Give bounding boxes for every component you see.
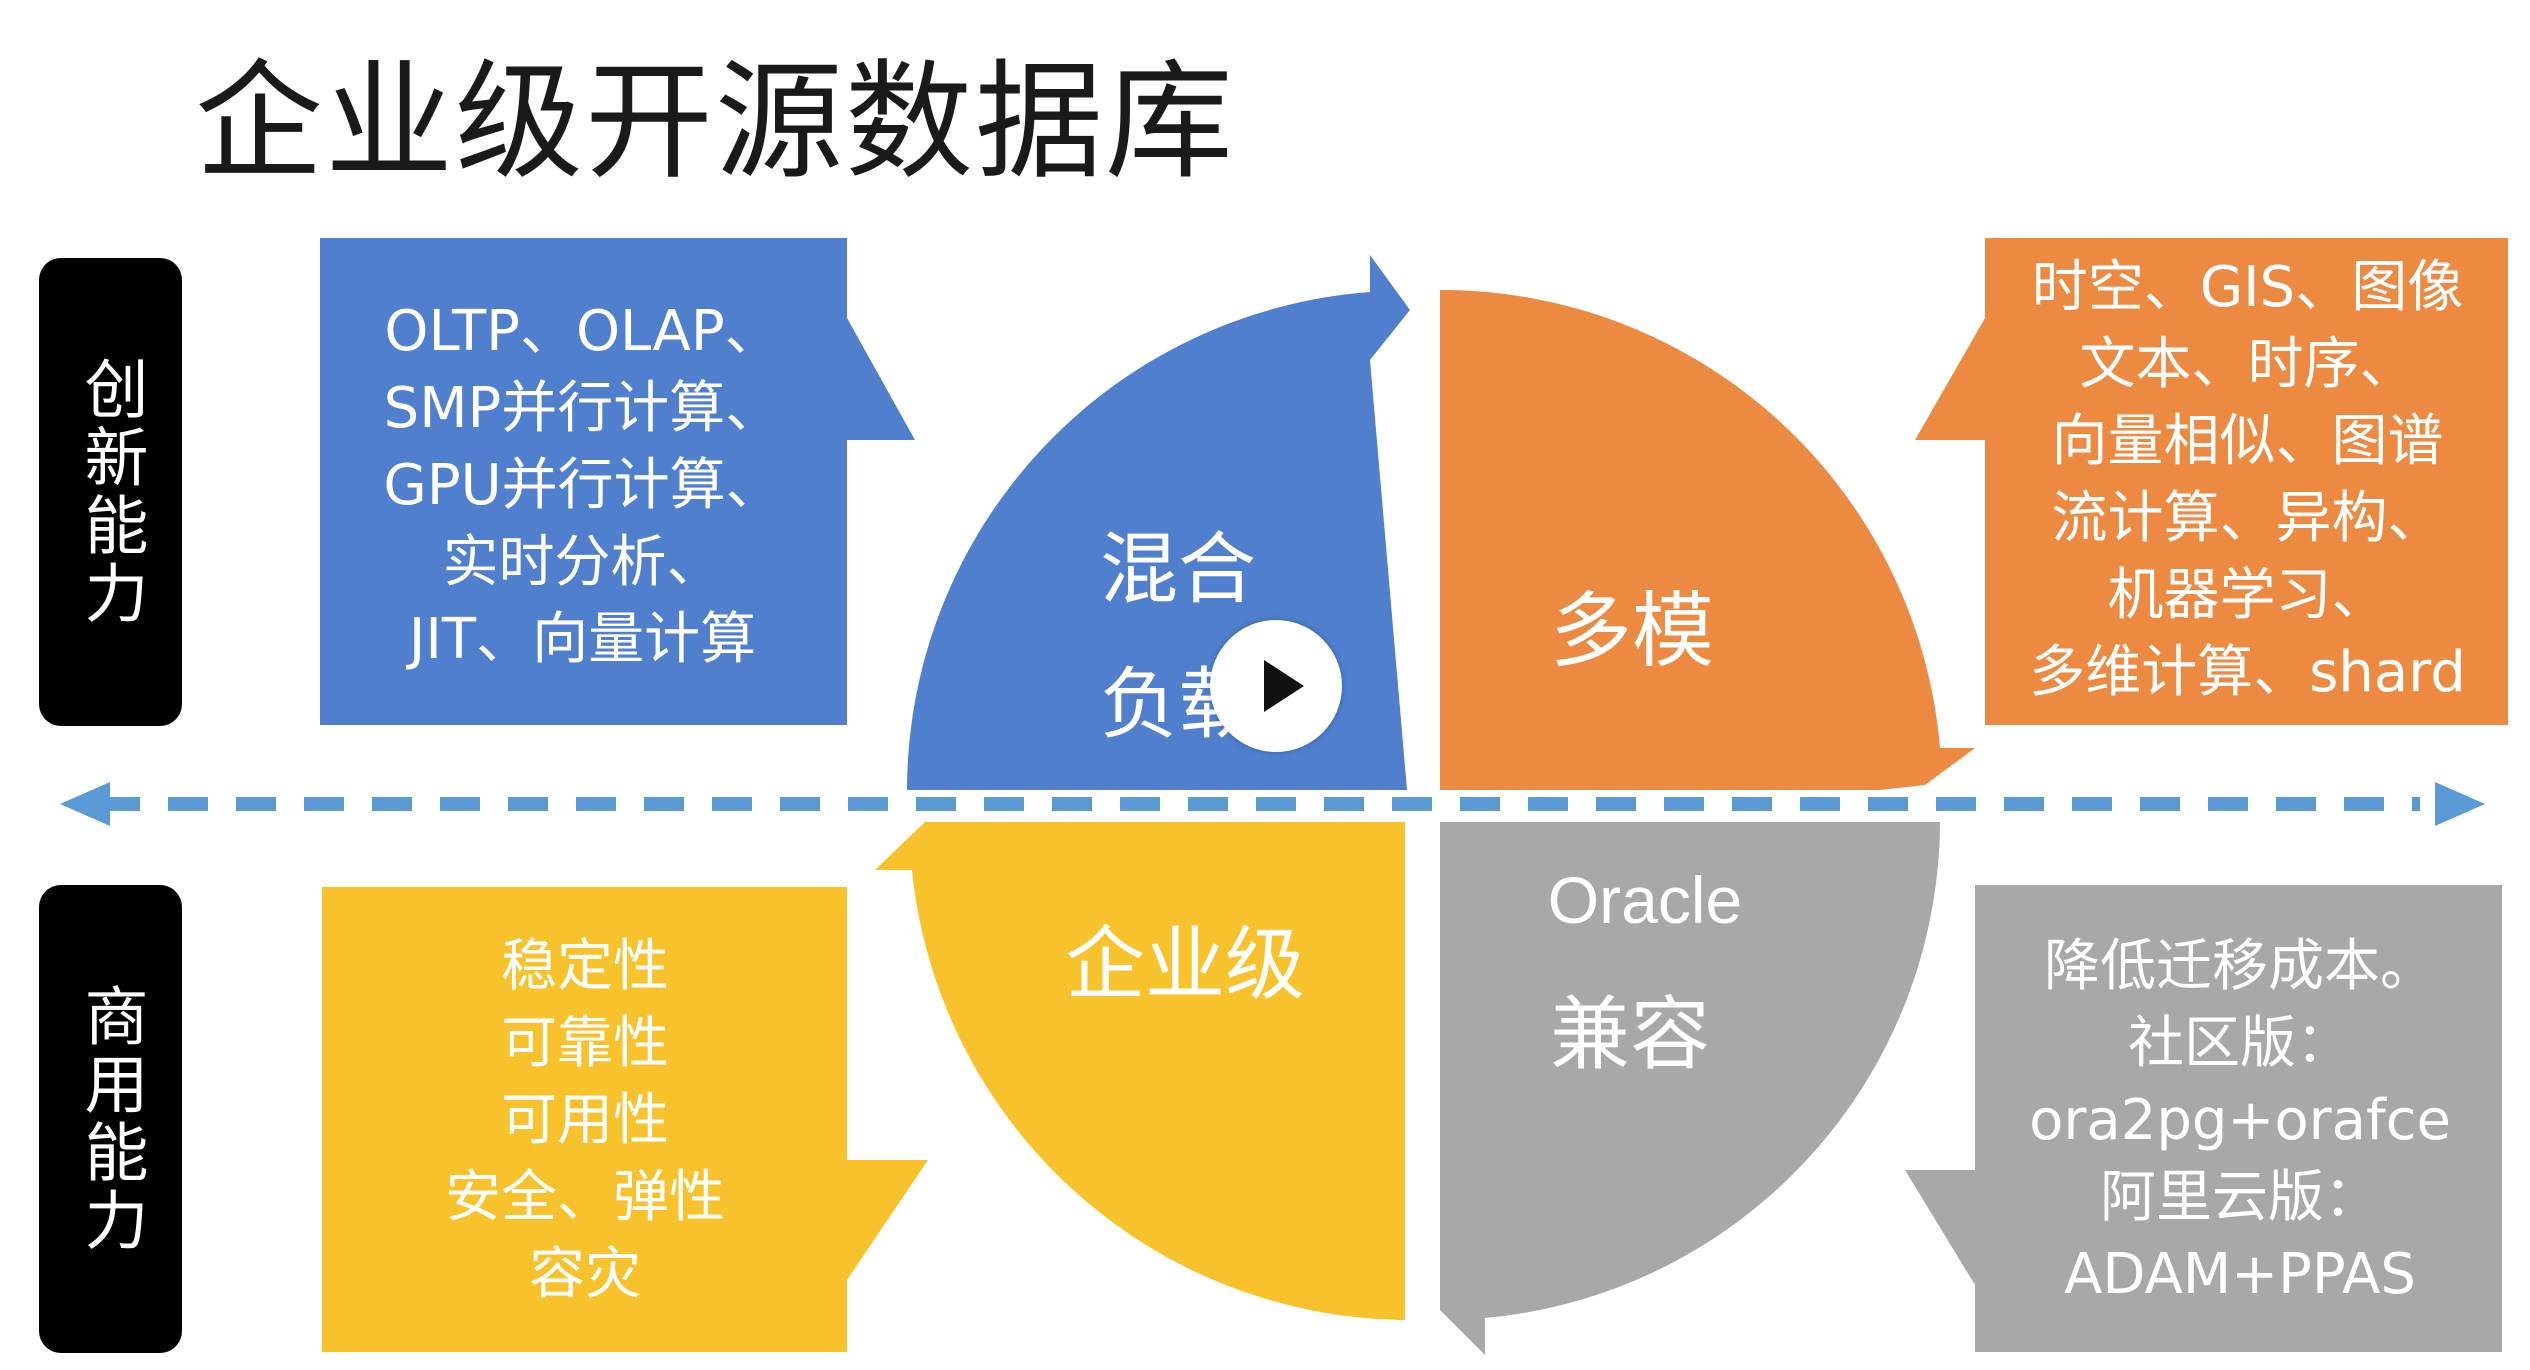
quadrant-label-multimodel: 多模 [1550,584,1715,679]
callout-line: 机器学习、 [2107,563,2388,628]
callout-line: 向量相似、图谱 [2051,409,2444,474]
quadrant-label-compatible: 兼容 [1550,988,1710,1081]
callout-line: 社区版： [2128,1010,2352,1076]
callout-top-right: 时空、GIS、图像 文本、时序、 向量相似、图谱 流计算、异构、 机器学习、 多… [1990,245,2505,715]
quadrant-label-enterprise: 企业级 [1065,918,1305,1011]
callout-line: GPU并行计算、 [383,452,782,518]
callout-line: 容灾 [529,1241,641,1307]
arrow-left-icon [60,782,110,826]
callout-line: 阿里云版： [2100,1164,2380,1230]
quadrant-top-right-shape [1440,289,1975,790]
callout-line: 实时分析、 [442,529,723,595]
callout-line: 安全、弹性 [445,1164,725,1230]
quadrant-label-oracle: Oracle [1547,863,1743,937]
callout-bottom-right: 降低迁移成本。 社区版： ora2pg+orafce 阿里云版： ADAM+PP… [1980,900,2500,1340]
callout-line: 文本、时序、 [2079,332,2416,397]
callout-line: 降低迁移成本。 [2044,933,2436,999]
callout-line: 可靠性 [501,1010,669,1076]
callout-line: 可用性 [501,1087,669,1153]
callout-line: ora2pg+orafce [2029,1087,2451,1153]
play-icon [1264,660,1304,712]
quadrant-label-hybrid-line1: 混合 [1100,525,1257,615]
callout-top-left: OLTP、OLAP、 SMP并行计算、 GPU并行计算、 实时分析、 JIT、向… [330,260,835,710]
callout-line: 流计算、异构、 [2051,486,2444,551]
play-button[interactable] [1210,620,1342,752]
callout-line: OLTP、OLAP、 [384,298,781,364]
callout-line: 稳定性 [501,933,669,999]
callout-line: ADAM+PPAS [2064,1241,2416,1307]
callout-line: 时空、GIS、图像 [2031,255,2464,320]
quadrant-bottom-left-shape [875,822,1405,1320]
callout-line: 多维计算、shard [2029,640,2466,705]
callout-line: JIT、向量计算 [408,606,757,672]
callout-bottom-left: 稳定性 可靠性 可用性 安全、弹性 容灾 [330,900,840,1340]
arrow-right-icon [2435,782,2485,826]
callout-line: SMP并行计算、 [383,375,782,441]
